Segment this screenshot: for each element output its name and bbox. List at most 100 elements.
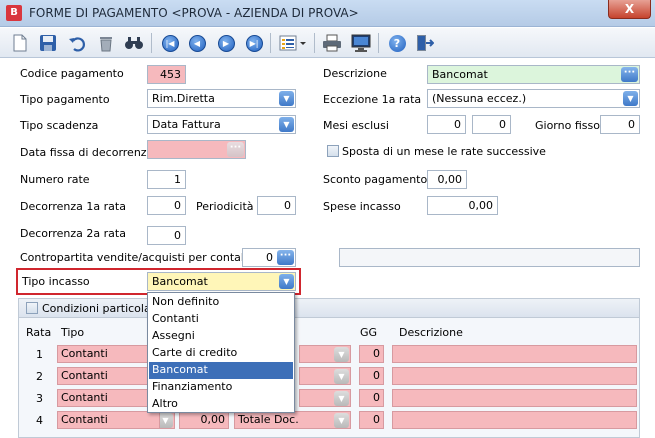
chevron-down-icon[interactable]: ▼ bbox=[623, 91, 638, 106]
rata-base-select[interactable]: ▼ bbox=[299, 345, 351, 363]
rata-tipo-select[interactable]: ▼ bbox=[159, 411, 175, 429]
new-icon[interactable] bbox=[10, 33, 30, 53]
tipo-scadenza-select[interactable]: Data Fattura ▼ bbox=[147, 115, 296, 134]
exit-icon[interactable] bbox=[414, 33, 434, 53]
giorno-fisso-field[interactable]: 0 bbox=[600, 115, 640, 134]
toolbar: |◀ ◀ ▶ ▶| ? bbox=[0, 28, 655, 58]
rata-importo-cell[interactable]: 0,00 bbox=[179, 411, 229, 429]
close-button[interactable]: X bbox=[608, 0, 651, 19]
col-gg-header: GG bbox=[360, 326, 378, 339]
codice-field[interactable]: 453 bbox=[147, 65, 186, 84]
decorrenza-1-field[interactable]: 0 bbox=[147, 196, 186, 215]
descrizione-lookup-button[interactable]: ··· bbox=[621, 67, 638, 82]
rata-number: 3 bbox=[36, 392, 43, 405]
app-icon[interactable]: B bbox=[6, 5, 22, 21]
find-icon[interactable] bbox=[124, 33, 144, 53]
tipo-scadenza-label: Tipo scadenza bbox=[20, 119, 99, 132]
eccezione-value: (Nessuna eccez.) bbox=[432, 92, 527, 105]
chevron-down-icon[interactable]: ▼ bbox=[334, 347, 349, 362]
data-fissa-field[interactable]: ··· bbox=[147, 140, 246, 159]
periodicita-field[interactable]: 0 bbox=[257, 196, 296, 215]
condizioni-label: Condizioni particolari: bbox=[42, 302, 162, 315]
undo-icon[interactable] bbox=[67, 33, 87, 53]
chevron-down-icon[interactable]: ▼ bbox=[334, 369, 349, 384]
option-finanziamento[interactable]: Finanziamento bbox=[149, 379, 293, 396]
rata-base-select[interactable]: ▼ bbox=[299, 389, 351, 407]
sposta-checkbox[interactable] bbox=[327, 145, 339, 157]
codice-label: Codice pagamento bbox=[20, 67, 124, 80]
rata-number: 4 bbox=[36, 414, 43, 427]
giorno-fisso-label: Giorno fisso bbox=[535, 119, 600, 132]
rata-gg-cell[interactable]: 0 bbox=[359, 411, 384, 429]
tipo-incasso-label: Tipo incasso bbox=[22, 275, 90, 288]
next-icon[interactable]: ▶ bbox=[216, 33, 236, 53]
prev-icon[interactable]: ◀ bbox=[187, 33, 207, 53]
chevron-down-icon[interactable]: ▼ bbox=[279, 117, 294, 132]
col-descrizione-header: Descrizione bbox=[399, 326, 463, 339]
option-assegni[interactable]: Assegni bbox=[149, 328, 293, 345]
decorrenza-2-label: Decorrenza 2a rata bbox=[20, 227, 126, 240]
tipo-incasso-select[interactable]: Bancomat ▼ bbox=[147, 272, 296, 291]
rata-descrizione-cell[interactable] bbox=[392, 345, 637, 363]
calendar-button[interactable]: ··· bbox=[227, 142, 244, 157]
chevron-down-icon[interactable]: ▼ bbox=[279, 91, 294, 106]
spese-label: Spese incasso bbox=[323, 200, 401, 213]
numero-rate-field[interactable]: 1 bbox=[147, 170, 186, 189]
rata-gg-cell[interactable]: 0 bbox=[359, 389, 384, 407]
eccezione-select[interactable]: (Nessuna eccez.) ▼ bbox=[427, 89, 640, 108]
option-altro[interactable]: Altro bbox=[149, 396, 293, 413]
rata-tipo-cell[interactable]: Contanti bbox=[57, 411, 173, 429]
sposta-label: Sposta di un mese le rate successive bbox=[342, 145, 546, 158]
chevron-down-icon[interactable]: ▼ bbox=[279, 274, 294, 289]
descrizione-label: Descrizione bbox=[323, 67, 387, 80]
preview-icon[interactable] bbox=[351, 33, 371, 53]
mesi-esclusi-field-1[interactable]: 0 bbox=[427, 115, 466, 134]
tipo-incasso-value: Bancomat bbox=[152, 275, 208, 288]
first-icon[interactable]: |◀ bbox=[160, 33, 180, 53]
delete-icon[interactable] bbox=[96, 33, 116, 53]
contropartita-description bbox=[339, 248, 640, 267]
descrizione-value: Bancomat bbox=[432, 68, 488, 81]
tipo-incasso-dropdown: Non definito Contanti Assegni Carte di c… bbox=[147, 292, 295, 413]
save-icon[interactable] bbox=[38, 33, 58, 53]
option-contanti[interactable]: Contanti bbox=[149, 311, 293, 328]
decorrenza-2-field[interactable]: 0 bbox=[147, 226, 186, 245]
rata-gg-cell[interactable]: 0 bbox=[359, 345, 384, 363]
periodicita-label: Periodicità bbox=[196, 200, 254, 213]
rata-base-select[interactable]: Totale Doc. ▼ bbox=[234, 411, 351, 429]
tipo-pagamento-select[interactable]: Rim.Diretta ▼ bbox=[147, 89, 296, 108]
col-tipo-header: Tipo bbox=[61, 326, 85, 339]
rata-descrizione-cell[interactable] bbox=[392, 367, 637, 385]
chevron-down-icon[interactable]: ▼ bbox=[334, 391, 349, 406]
col-rata-header: Rata bbox=[26, 326, 52, 339]
form-area: Codice pagamento 453 Descrizione Bancoma… bbox=[0, 59, 655, 438]
tipo-scadenza-value: Data Fattura bbox=[152, 118, 221, 131]
contropartita-field[interactable]: 0 ··· bbox=[242, 248, 296, 267]
last-icon[interactable]: ▶| bbox=[244, 33, 264, 53]
print-icon[interactable] bbox=[322, 33, 342, 53]
mesi-esclusi-label: Mesi esclusi bbox=[323, 119, 389, 132]
tipo-pagamento-value: Rim.Diretta bbox=[152, 92, 215, 105]
rata-base-select[interactable]: ▼ bbox=[299, 367, 351, 385]
rata-descrizione-cell[interactable] bbox=[392, 411, 637, 429]
mesi-esclusi-field-2[interactable]: 0 bbox=[472, 115, 511, 134]
option-carte-di-credito[interactable]: Carte di credito bbox=[149, 345, 293, 362]
condizioni-group: Condizioni particolari: Rata Tipo GG Des… bbox=[18, 298, 640, 438]
option-bancomat[interactable]: Bancomat bbox=[149, 362, 293, 379]
descrizione-field[interactable]: Bancomat ··· bbox=[427, 65, 640, 84]
eccezione-label: Eccezione 1a rata bbox=[323, 93, 422, 106]
spese-field[interactable]: 0,00 bbox=[427, 196, 498, 215]
list-icon[interactable] bbox=[278, 33, 308, 53]
sconto-label: Sconto pagamento bbox=[323, 173, 428, 186]
help-icon[interactable]: ? bbox=[387, 33, 407, 53]
option-non-definito[interactable]: Non definito bbox=[149, 294, 293, 311]
data-fissa-label: Data fissa di decorrenza bbox=[20, 146, 154, 159]
contropartita-lookup-button[interactable]: ··· bbox=[277, 250, 294, 265]
rata-number: 2 bbox=[36, 370, 43, 383]
rata-descrizione-cell[interactable] bbox=[392, 389, 637, 407]
rata-gg-cell[interactable]: 0 bbox=[359, 367, 384, 385]
sconto-field[interactable]: 0,00 bbox=[427, 170, 467, 189]
rata-number: 1 bbox=[36, 348, 43, 361]
numero-rate-label: Numero rate bbox=[20, 173, 90, 186]
condizioni-checkbox[interactable] bbox=[26, 302, 38, 314]
